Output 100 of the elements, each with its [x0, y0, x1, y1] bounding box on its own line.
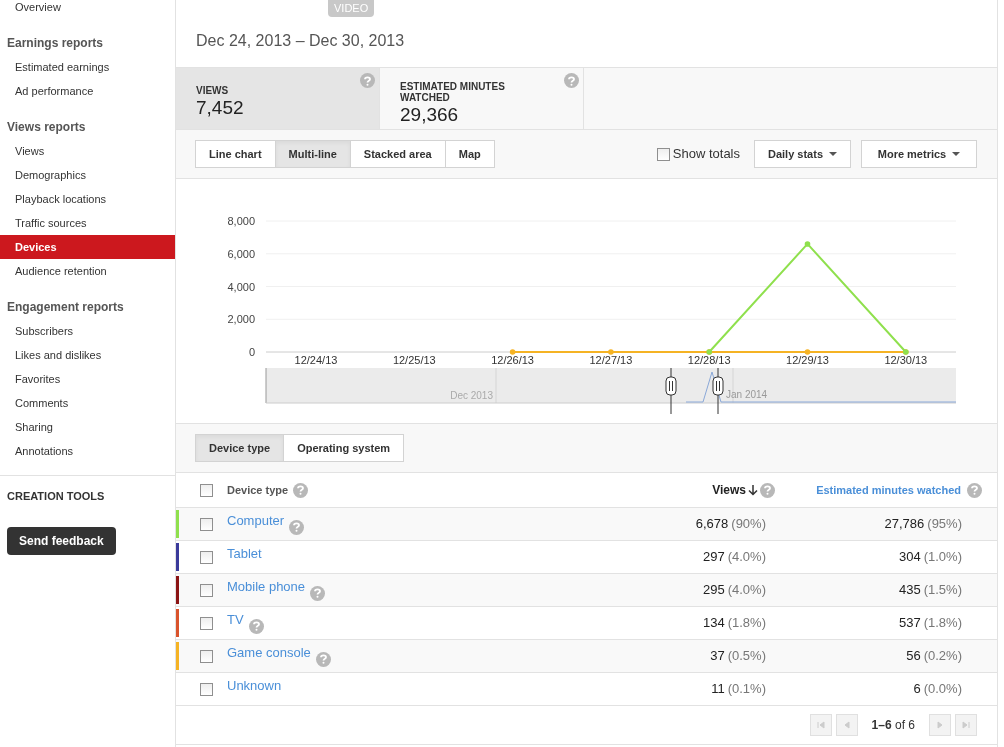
data-point[interactable] [608, 349, 614, 355]
sidebar-heading: Views reports [6, 119, 87, 136]
axis-label: 12/29/13 [786, 354, 829, 366]
column-header[interactable]: Device type [227, 481, 289, 499]
axis-label: 0 [248, 346, 255, 358]
sidebar-item[interactable]: Traffic sources [0, 211, 175, 235]
share-text: (4.0%) [727, 581, 766, 600]
checkbox[interactable] [200, 649, 213, 663]
previous-page-button[interactable] [835, 714, 858, 736]
dropdown-button[interactable]: Daily stats [754, 140, 851, 168]
table-cell-text: 435 [899, 581, 921, 600]
sidebar-heading: Engagement reports [6, 299, 125, 316]
sidebar-item[interactable]: Sharing [0, 415, 175, 439]
chart-type-tab[interactable]: Stacked area [349, 140, 446, 168]
send-feedback-button[interactable]: Send feedback [7, 526, 116, 555]
share-text: (0.5%) [727, 647, 766, 666]
metric-card[interactable]: VIEWS 7,452 [176, 68, 380, 129]
checkbox[interactable] [200, 682, 213, 696]
chart-type-tab[interactable]: Map [444, 140, 495, 168]
help-icon[interactable] [967, 482, 982, 498]
checkbox[interactable] [656, 147, 670, 161]
checkbox[interactable] [200, 583, 213, 597]
axis-label: 12/27/13 [589, 354, 633, 366]
table-cell-text: 37 [710, 647, 725, 666]
axis-label: 2,000 [227, 313, 255, 326]
metric-label: ESTIMATED MINUTES WATCHED [400, 81, 506, 103]
dropdown-button[interactable]: More metrics [861, 140, 977, 168]
show-totals-label[interactable]: Show totals [672, 144, 740, 164]
help-icon[interactable] [248, 618, 264, 634]
share-text: (1.8%) [727, 614, 766, 633]
checkbox[interactable] [200, 483, 213, 497]
table-cell-text: 295 [703, 581, 725, 600]
column-header[interactable]: Views [712, 481, 746, 499]
help-icon[interactable] [293, 482, 309, 498]
table-cell-text: 11 [711, 680, 725, 699]
share-text: (1.8%) [923, 614, 962, 633]
sidebar-heading: Earnings reports [6, 35, 105, 52]
table-cell-text: 6 [913, 680, 921, 699]
sidebar-item[interactable]: Favorites [0, 367, 175, 391]
chart-type-tab[interactable]: Multi-line [274, 140, 351, 168]
checkbox[interactable] [200, 517, 213, 531]
share-text: (0.2%) [923, 647, 962, 666]
sidebar-heading: CREATION TOOLS [6, 489, 106, 504]
metric-value: 29,366 [400, 103, 460, 127]
caret-icon [829, 152, 837, 156]
help-icon[interactable] [315, 651, 331, 667]
axis-label: 12/25/13 [392, 354, 436, 366]
range-handle[interactable] [712, 367, 724, 415]
sidebar-item[interactable]: Playback locations [0, 187, 175, 211]
metric-value: 7,452 [196, 96, 245, 120]
device-link[interactable]: Unknown [227, 676, 282, 696]
next-page-button[interactable] [929, 714, 951, 736]
table-cell-text: 537 [899, 614, 921, 633]
table-cell-text: 6,678 [695, 515, 729, 534]
range-handle[interactable] [665, 367, 677, 415]
chart-type-tab[interactable]: Line chart [195, 140, 276, 168]
data-point[interactable] [804, 349, 811, 355]
sidebar-item[interactable]: Ad performance [0, 79, 175, 103]
axis-label: 12/26/13 [491, 354, 534, 366]
data-point[interactable] [509, 349, 516, 355]
sidebar-item[interactable]: Devices [0, 235, 175, 259]
table-cell-text: 304 [899, 548, 921, 567]
previous-page-icon [842, 721, 851, 729]
help-icon[interactable] [289, 519, 305, 535]
last-page-icon [962, 721, 970, 729]
help-icon[interactable] [564, 73, 579, 88]
sidebar-item[interactable]: Estimated earnings [0, 55, 175, 79]
axis-label: 6,000 [227, 247, 255, 260]
table-cell-text: 27,786 [884, 515, 925, 534]
share-text: (0.0%) [923, 680, 962, 699]
sidebar-item[interactable]: Subscribers [0, 319, 175, 343]
axis-label: 12/24/13 [294, 354, 338, 366]
sidebar-item[interactable]: Demographics [0, 163, 175, 187]
sidebar-item[interactable]: Overview [0, 0, 175, 19]
sort-arrow-icon[interactable] [748, 484, 758, 496]
sidebar-item[interactable]: Views [0, 139, 175, 163]
sidebar-item[interactable]: Annotations [0, 439, 175, 463]
help-icon[interactable] [360, 73, 375, 88]
date-range: Dec 24, 2013 – Dec 30, 2013 [196, 31, 405, 51]
help-icon[interactable] [310, 585, 326, 601]
checkbox[interactable] [200, 550, 213, 564]
navigator-label: Dec 2013 [450, 390, 493, 401]
table-cell-text: 134 [703, 614, 725, 633]
checkbox[interactable] [200, 616, 213, 630]
axis-label: 4,000 [227, 280, 255, 293]
share-text: (1.0%) [923, 548, 962, 567]
share-text: (95%) [927, 515, 962, 534]
first-page-button[interactable] [809, 714, 832, 736]
next-page-icon [936, 721, 944, 729]
breakdown-tab[interactable]: Operating system [283, 434, 405, 462]
axis-label: 8,000 [227, 215, 255, 227]
last-page-button[interactable] [955, 714, 977, 736]
page-range: 1–6 of 6 [871, 717, 915, 734]
share-text: (0.1%) [727, 680, 766, 699]
share-text: (90%) [731, 515, 766, 534]
sidebar-item[interactable]: Audience retention [0, 259, 175, 283]
data-point[interactable] [804, 241, 811, 247]
sidebar-item[interactable]: Likes and dislikes [0, 343, 175, 367]
breakdown-tab[interactable]: Device type [195, 434, 285, 462]
sidebar-item[interactable]: Comments [0, 391, 175, 415]
